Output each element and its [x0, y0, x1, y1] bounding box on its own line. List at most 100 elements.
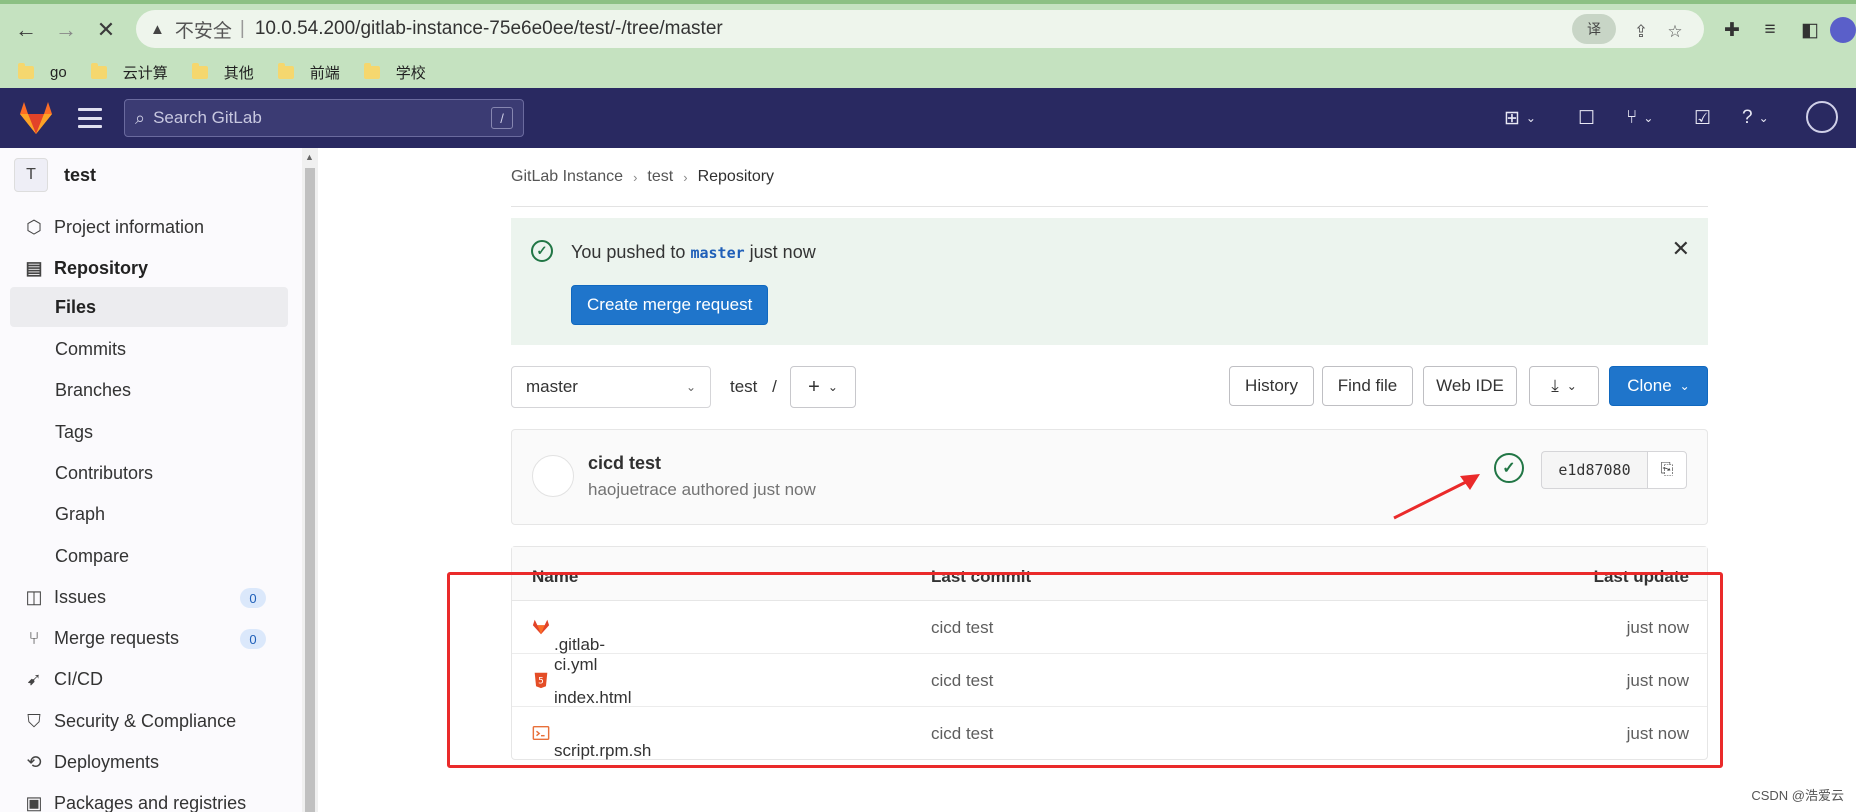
project-name: test [64, 164, 97, 185]
insecure-label: 不安全 [174, 20, 232, 42]
merge-request-icon: ⑂ [28, 627, 40, 648]
sidebar-item-deployments[interactable]: ⟲ Deployments [10, 742, 288, 782]
todos-icon[interactable]: ☑ [1694, 104, 1711, 132]
bookmarks-bar: go 云计算 其他 前端 学校 [0, 54, 450, 90]
sidebar-scrollbar[interactable]: ▲ [302, 148, 318, 812]
clipboard-icon: ⎘ [1660, 461, 1674, 478]
star-icon[interactable]: ☆ [1662, 19, 1688, 45]
sidebar-item-compare[interactable]: Compare [10, 536, 288, 576]
last-commit-panel: cicd test haojuetrace authored just now [511, 429, 1708, 525]
search-input[interactable]: ⌕ Search GitLab / [124, 99, 524, 137]
sidebar-item-tags[interactable]: Tags [10, 412, 288, 452]
close-icon[interactable]: ✕ [1672, 236, 1690, 262]
menu-icon[interactable] [78, 108, 102, 128]
folder-icon [18, 62, 34, 79]
issues-icon: ◫ [25, 586, 43, 607]
bookmark-school[interactable]: 学校 [363, 62, 426, 83]
plus-icon: + [808, 375, 820, 398]
url-text: 10.0.54.200/gitlab-instance-75e6e0ee/tes… [254, 18, 723, 39]
issues-count-badge: 0 [240, 588, 266, 608]
annotation-arrow-icon [1393, 474, 1480, 520]
search-shortcut: / [491, 107, 513, 129]
commit-title[interactable]: cicd test [588, 453, 661, 474]
commit-meta: haojuetrace authored just now [588, 480, 816, 499]
reading-list-icon[interactable]: ≡ [1756, 16, 1784, 44]
sidebar-item-graph[interactable]: Graph [10, 494, 288, 534]
branch-name[interactable]: master [690, 244, 744, 262]
bookmark-frontend[interactable]: 前端 [277, 62, 340, 83]
address-bar[interactable]: ▲ 不安全 | 10.0.54.200/gitlab-instance-75e6… [136, 10, 1704, 48]
annotation-highlight-box [447, 572, 1723, 768]
merge-requests-icon[interactable]: ⑂ ⌄ [1626, 104, 1653, 132]
sidebar-item-branches[interactable]: Branches [10, 370, 288, 410]
issues-icon[interactable]: ☐ [1578, 104, 1595, 132]
repo-path: test / [730, 377, 777, 396]
forward-icon[interactable]: → [50, 14, 82, 46]
sidebar-item-security[interactable]: ⛉ Security & Compliance [10, 701, 288, 741]
clone-button[interactable]: Clone ⌄ [1609, 366, 1708, 406]
copy-sha-button[interactable]: ⎘ [1647, 451, 1687, 489]
deployments-icon: ⟲ [26, 751, 42, 772]
chevron-down-icon: ⌄ [1679, 379, 1690, 393]
folder-icon [277, 62, 294, 79]
author-avatar[interactable] [532, 455, 574, 497]
help-icon[interactable]: ? ⌄ [1742, 104, 1769, 132]
new-dropdown-icon[interactable]: ⊞ ⌄ [1504, 104, 1536, 132]
stop-icon[interactable]: ✕ [90, 14, 122, 46]
chevron-down-icon: ⌄ [685, 380, 696, 394]
watermark: CSDN @浩爱云 [1751, 788, 1844, 803]
search-placeholder: Search GitLab [153, 108, 262, 127]
profile-icon[interactable] [1830, 16, 1856, 44]
browser-chrome: ← → ✕ ▲ 不安全 | 10.0.54.200/gitlab-instanc… [0, 0, 1856, 88]
chevron-right-icon: › [683, 169, 688, 185]
commit-sha[interactable]: e1d87080 [1541, 451, 1647, 489]
breadcrumb-item[interactable]: test [647, 168, 673, 186]
sidebar-item-repository[interactable]: ▤ Repository [10, 248, 288, 288]
chevron-down-icon: ⌄ [1566, 379, 1577, 393]
info-icon: ⬡ [26, 216, 42, 237]
sidebar-item-commits[interactable]: Commits [10, 329, 288, 369]
sidebar-item-files[interactable]: Files [10, 287, 288, 327]
package-icon: ▣ [25, 792, 43, 812]
user-avatar[interactable] [1806, 101, 1838, 133]
sidebar-item-contributors[interactable]: Contributors [10, 453, 288, 493]
push-alert: ✓ You pushed to master just now ✕ Create… [511, 218, 1708, 345]
breadcrumb-item[interactable]: GitLab Instance [511, 168, 623, 186]
download-icon: ⤓ [1551, 376, 1559, 395]
find-file-button[interactable]: Find file [1322, 366, 1413, 406]
create-merge-request-button[interactable]: Create merge request [571, 285, 769, 325]
breadcrumb: GitLab Instance › test › Repository [511, 168, 774, 186]
doc-icon: ▤ [25, 257, 43, 278]
gitlab-logo-icon[interactable] [16, 98, 56, 138]
web-ide-button[interactable]: Web IDE [1423, 366, 1517, 406]
project-sidebar: T test ⬡ Project information ▤ Repository … [0, 148, 318, 812]
back-icon[interactable]: ← [10, 14, 42, 46]
add-file-dropdown[interactable]: + ⌄ [790, 366, 856, 408]
shield-icon: ⛉ [27, 710, 41, 731]
chevron-down-icon: ⌄ [827, 380, 838, 394]
branch-select[interactable]: master ⌄ [511, 366, 711, 408]
pipeline-status-icon[interactable]: ✓ [1494, 453, 1524, 483]
scroll-up-icon[interactable]: ▲ [305, 152, 314, 162]
share-icon[interactable]: ⇪ [1628, 19, 1654, 45]
sidebar-item-cicd[interactable]: ➹ CI/CD [10, 659, 288, 699]
bookmark-cloud[interactable]: 云计算 [90, 62, 168, 83]
project-avatar: T [14, 158, 48, 192]
folder-icon [363, 62, 380, 79]
history-button[interactable]: History [1229, 366, 1314, 406]
sidebar-project[interactable]: T test [14, 158, 96, 192]
extensions-icon[interactable]: ✚ [1718, 16, 1746, 44]
sidebar-item-packages[interactable]: ▣ Packages and registries [10, 783, 288, 812]
bookmark-other[interactable]: 其他 [191, 62, 254, 83]
check-circle-icon: ✓ [531, 240, 553, 262]
sidebar-item-project-information[interactable]: ⬡ Project information [10, 207, 288, 247]
translate-icon[interactable]: 译 [1572, 14, 1616, 44]
sidebar-item-merge-requests[interactable]: ⑂ Merge requests 0 [10, 618, 288, 658]
divider [511, 206, 1708, 207]
download-dropdown[interactable]: ⤓ ⌄ [1529, 366, 1599, 406]
bookmark-go[interactable]: go [18, 62, 67, 81]
sidebar-item-issues[interactable]: ◫ Issues 0 [10, 577, 288, 617]
scrollbar-thumb[interactable] [305, 168, 315, 812]
breadcrumb-current[interactable]: Repository [698, 168, 774, 186]
sidepanel-icon[interactable]: ◧ [1796, 16, 1824, 44]
